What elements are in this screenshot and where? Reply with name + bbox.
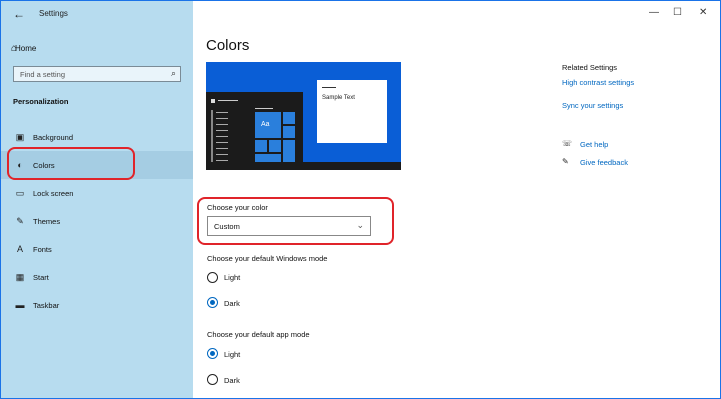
windows-mode-light-radio[interactable] xyxy=(207,272,218,283)
preview-tile xyxy=(269,140,281,152)
sidebar-item-lock-screen[interactable]: ▭ Lock screen xyxy=(1,179,193,207)
color-preview: Aa Sample Text xyxy=(206,62,401,170)
preview-menu-dot xyxy=(211,99,215,103)
preview-menu-bar xyxy=(211,110,213,164)
high-contrast-link[interactable]: High contrast settings xyxy=(562,78,634,87)
sidebar-item-taskbar[interactable]: ▬ Taskbar xyxy=(1,291,193,319)
preview-sample-text: Sample Text xyxy=(322,95,355,101)
main-pane: Colors Aa Sample Text Choose your color … xyxy=(193,1,720,398)
get-help-link[interactable]: Get help xyxy=(580,140,608,149)
home-label: Home xyxy=(15,43,37,53)
sidebar-item-label: Fonts xyxy=(33,244,52,254)
preview-window: Sample Text xyxy=(317,80,387,143)
windows-mode-light-label: Light xyxy=(224,273,241,282)
windows-mode-dark-label: Dark xyxy=(224,299,240,308)
back-arrow-icon[interactable]: ← xyxy=(13,7,25,21)
sidebar-item-label: Themes xyxy=(33,216,61,226)
preview-tiles-label xyxy=(255,108,273,109)
app-mode-label: Choose your default app mode xyxy=(207,330,310,339)
preview-start-menu: Aa xyxy=(206,92,303,170)
background-icon: ▣ xyxy=(15,131,25,142)
highlight-box-choose-color xyxy=(197,197,394,245)
app-mode-light-radio[interactable] xyxy=(207,348,218,359)
search-placeholder: Find a setting xyxy=(20,70,66,79)
related-settings-title: Related Settings xyxy=(562,63,618,72)
preview-tile-large: Aa xyxy=(255,112,281,138)
lock-screen-icon: ▭ xyxy=(15,187,25,198)
taskbar-icon: ▬ xyxy=(15,300,25,310)
themes-icon: ✎ xyxy=(16,215,24,226)
windows-mode-label: Choose your default Windows mode xyxy=(207,254,328,263)
search-icon[interactable]: ⌕ xyxy=(171,68,176,79)
sidebar-item-label: Taskbar xyxy=(33,300,60,310)
preview-tile xyxy=(283,112,295,124)
sidebar-item-label: Start xyxy=(33,272,49,282)
sidebar: ← Settings ⌂ Home Find a setting ⌕ Perso… xyxy=(1,1,193,398)
app-mode-dark-label: Dark xyxy=(224,376,240,385)
preview-tile xyxy=(255,140,267,152)
title-bar: ← Settings xyxy=(1,1,193,27)
search-input[interactable]: Find a setting ⌕ xyxy=(13,66,181,82)
preview-menu-line xyxy=(218,100,238,101)
app-mode-light-label: Light xyxy=(224,350,241,359)
home-nav[interactable]: ⌂ Home xyxy=(11,39,36,57)
highlight-box-colors xyxy=(7,147,135,180)
give-feedback-link[interactable]: Give feedback xyxy=(580,158,628,167)
sidebar-item-themes[interactable]: ✎ Themes xyxy=(1,207,193,235)
page-title: Colors xyxy=(206,37,250,54)
feedback-icon: ✎ xyxy=(562,157,569,166)
sync-settings-link[interactable]: Sync your settings xyxy=(562,101,623,110)
app-mode-dark-radio[interactable] xyxy=(207,374,218,385)
preview-menu-list xyxy=(216,112,228,162)
start-icon: ▦ xyxy=(15,271,25,282)
preview-window-line xyxy=(322,87,336,88)
settings-window: ← Settings ⌂ Home Find a setting ⌕ Perso… xyxy=(0,0,721,399)
window-title: Settings xyxy=(39,9,68,18)
sidebar-item-start[interactable]: ▦ Start xyxy=(1,263,193,291)
sidebar-item-label: Lock screen xyxy=(33,188,74,198)
sidebar-item-label: Background xyxy=(33,132,74,142)
windows-mode-dark-radio[interactable] xyxy=(207,297,218,308)
fonts-icon: A xyxy=(16,244,23,254)
sidebar-item-fonts[interactable]: A Fonts xyxy=(1,235,193,263)
preview-taskbar xyxy=(206,162,401,170)
preview-tile-text: Aa xyxy=(261,121,270,128)
section-heading: Personalization xyxy=(13,97,69,106)
help-icon: ☏ xyxy=(562,139,573,148)
preview-tile xyxy=(283,126,295,138)
